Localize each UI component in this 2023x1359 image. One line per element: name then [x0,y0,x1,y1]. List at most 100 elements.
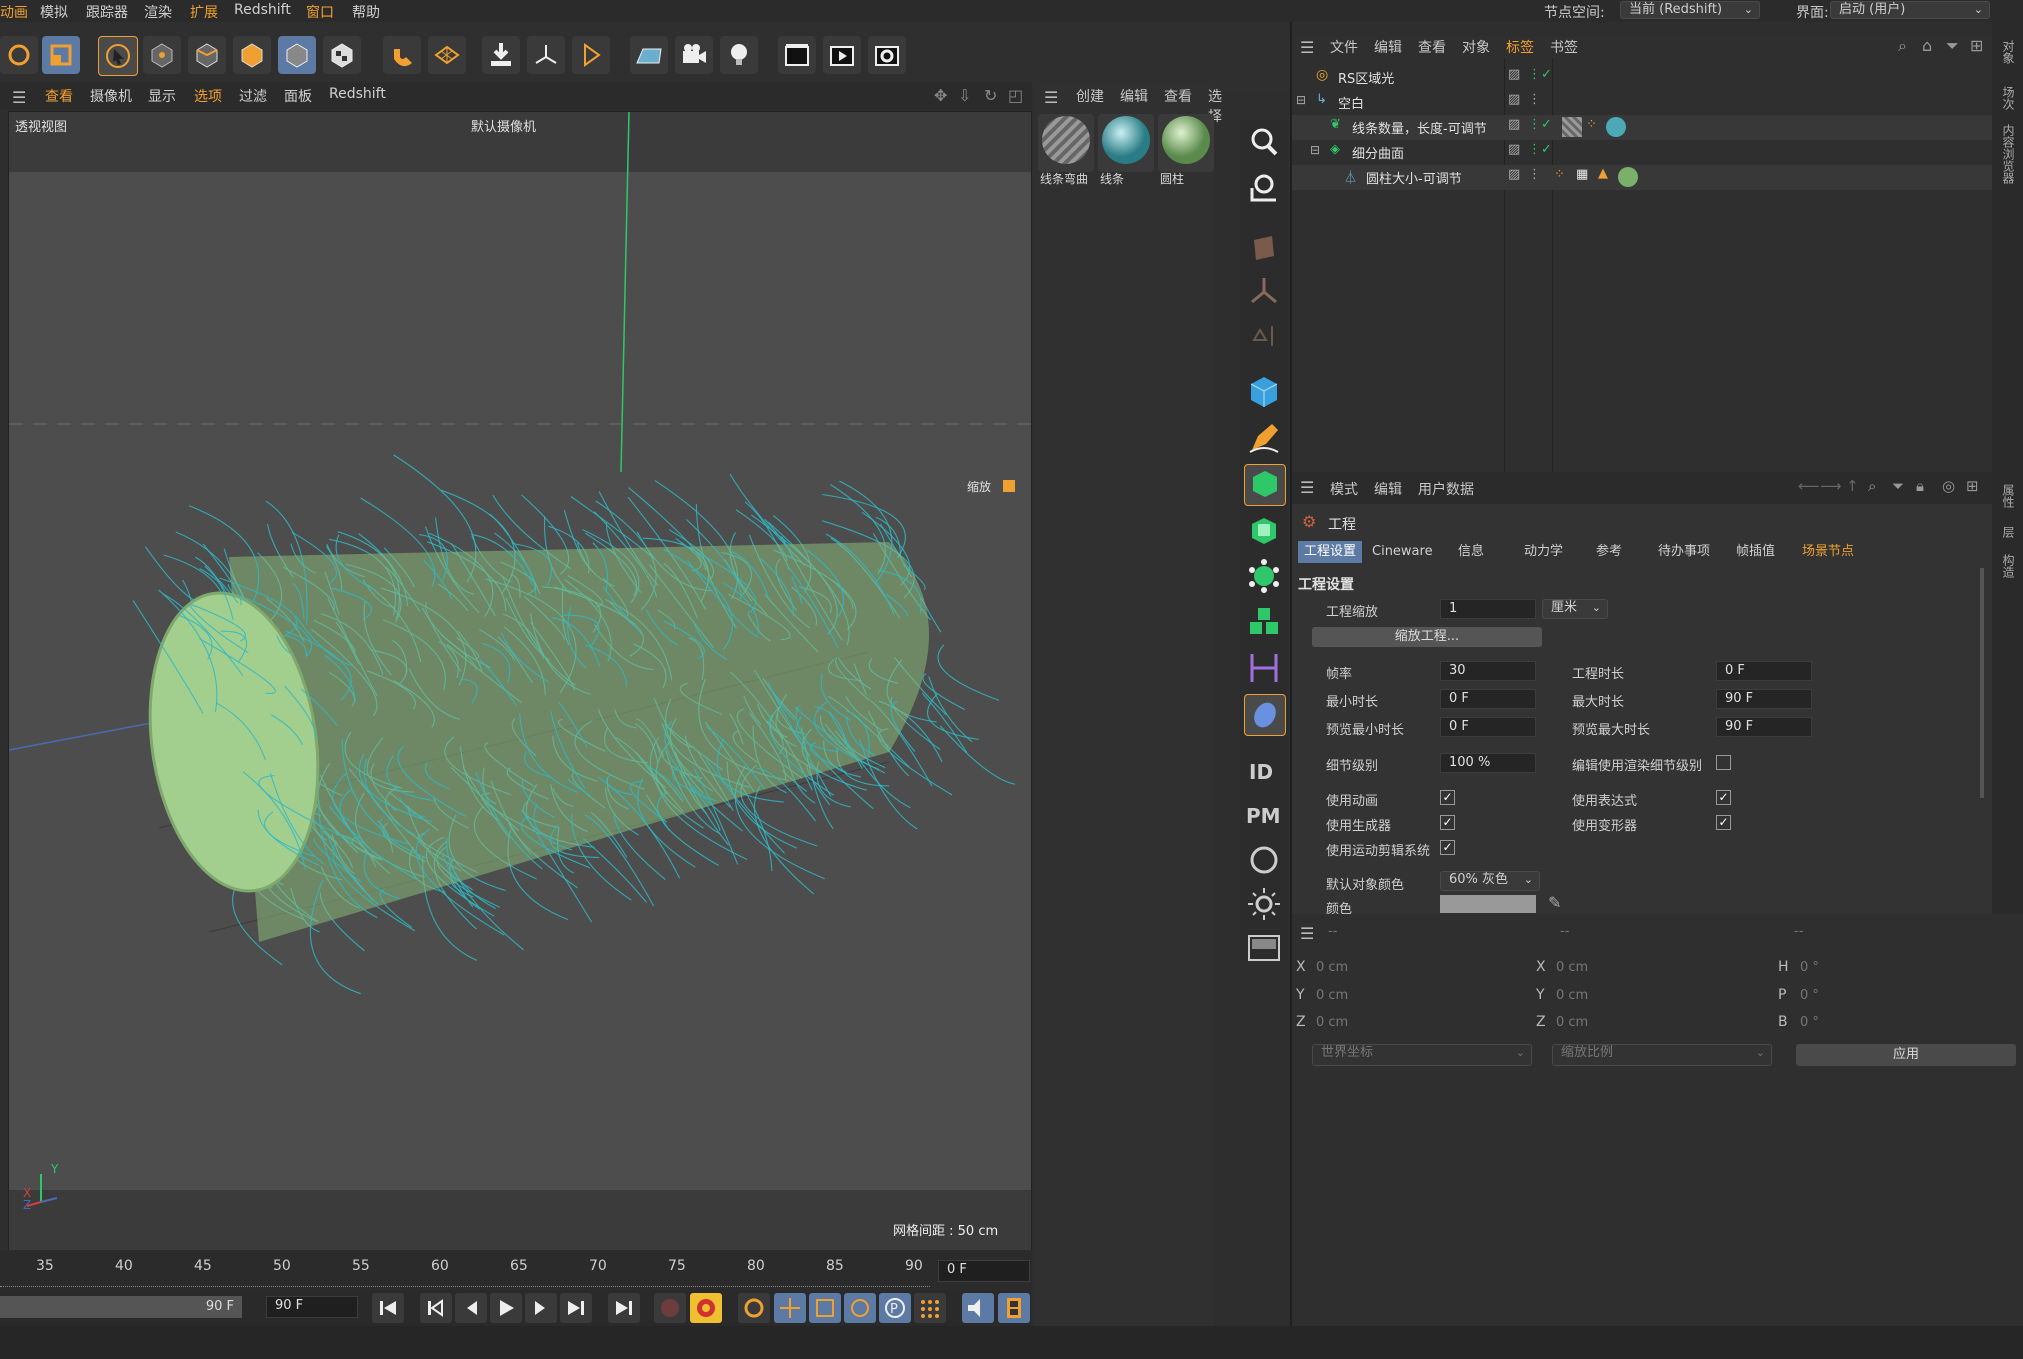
next-key-button[interactable] [560,1293,592,1323]
material-tag-icon[interactable] [1606,117,1626,137]
tab-info[interactable]: 信息 [1452,541,1490,563]
vp-menu-display[interactable]: 显示 [148,86,176,106]
move-view-icon[interactable]: ✥ [934,86,947,105]
visibility-toggle-icon[interactable]: ▨ [1508,167,1520,182]
use-motion-checkbox[interactable]: ✓ [1440,840,1455,855]
scale-field[interactable]: 1 [1440,599,1536,619]
home-icon[interactable]: ⌂ [1922,36,1932,55]
duration-field[interactable]: 0 F [1716,661,1812,681]
zoom-handle-icon[interactable] [1003,480,1015,492]
enabled-check-icon[interactable]: ⋮✓ [1528,67,1552,82]
key-scale-button[interactable] [809,1293,841,1323]
checker-tag-icon[interactable]: ▦ [1576,167,1588,182]
paint-bucket-icon[interactable] [1244,228,1284,268]
filter-icon[interactable]: ⏷ [1946,36,1959,56]
model-mode-button[interactable] [143,36,181,74]
visibility-toggle-icon[interactable]: ▨ [1508,92,1520,107]
extrude-icon[interactable] [1244,510,1284,550]
sound-button[interactable] [962,1293,994,1323]
current-frame-field[interactable]: 0 F [938,1260,1030,1282]
menu-redshift[interactable]: Redshift [234,2,291,18]
lod-render-checkbox[interactable] [1716,755,1731,770]
next-frame-button[interactable] [525,1293,557,1323]
collapse-icon[interactable]: ⊟ [1310,143,1320,157]
vtab-structure[interactable]: 构造 [2000,554,2017,578]
object-row[interactable]: ⊟ ◈ 细分曲面 ▨ ⋮✓ [1292,140,1992,165]
joint-icon[interactable] [1244,272,1284,312]
rot-b-field[interactable]: 0 ° [1800,1013,2000,1033]
axis-tool-button[interactable] [527,36,565,74]
select-tool-button[interactable] [98,36,138,76]
max-time-field[interactable]: 90 F [1716,689,1812,709]
obj-menu-tags[interactable]: 标签 [1506,37,1534,57]
obj-menu-file[interactable]: 文件 [1330,37,1358,57]
undo-button[interactable] [0,36,38,74]
hamburger-icon[interactable]: ☰ [1044,88,1058,107]
record-disabled-button[interactable] [654,1293,686,1323]
object-row[interactable]: ❦ 线条数量，长度-可调节 ▨ ⋮✓ ⁘ [1292,115,1992,140]
vtab-objects[interactable]: 对象 [2000,40,2017,64]
menu-help[interactable]: 帮助 [352,2,380,22]
apply-button[interactable]: 应用 [1796,1044,2016,1066]
fps-field[interactable]: 30 [1440,661,1536,681]
lock-icon[interactable]: 🔒︎ [1916,477,1924,495]
attr-menu-userdata[interactable]: 用户数据 [1418,479,1474,499]
obj-menu-bookmarks[interactable]: 书签 [1550,37,1578,57]
obj-menu-view[interactable]: 查看 [1418,37,1446,57]
pos-z-field[interactable]: 0 cm [1316,1013,1526,1033]
vtab-layers[interactable]: 层 [2000,526,2017,538]
sphere-icon[interactable] [1244,840,1284,880]
tab-interpolation[interactable]: 帧插值 [1730,541,1781,563]
min-time-field[interactable]: 0 F [1440,689,1536,709]
keyframe-settings-button[interactable] [738,1293,770,1323]
rot-h-field[interactable]: 0 ° [1800,958,2000,978]
obj-menu-object[interactable]: 对象 [1462,37,1490,57]
enabled-check-icon[interactable]: ⋮✓ [1528,142,1552,157]
material-swatch[interactable] [1098,114,1154,172]
grid-snap-button[interactable] [428,36,466,74]
visibility-toggle-icon[interactable]: ▨ [1508,142,1520,157]
enabled-dots-icon[interactable]: ⋮ [1528,92,1541,107]
scale-unit-dropdown[interactable]: 厘米 ⌄ [1542,599,1608,619]
mograph-cubes-icon[interactable] [1244,602,1284,642]
back-arrow-icon[interactable]: ⟵ [1798,477,1820,495]
size-z-field[interactable]: 0 cm [1556,1013,1766,1033]
transfer-icon[interactable] [1244,316,1284,356]
lod-field[interactable]: 100 % [1440,753,1536,773]
material-tag-icon[interactable] [1618,167,1638,187]
field-icon[interactable] [1244,694,1286,736]
pen-icon[interactable] [1244,418,1284,458]
id-button[interactable]: ID [1244,752,1284,792]
visibility-toggle-icon[interactable]: ▨ [1508,117,1520,132]
mat-menu-view[interactable]: 查看 [1164,86,1192,106]
hamburger-icon[interactable]: ☰ [12,88,26,107]
menu-extensions[interactable]: 扩展 [190,2,218,22]
vtab-takes[interactable]: 场次 [2000,86,2017,110]
visibility-toggle-icon[interactable]: ▨ [1508,67,1520,82]
material-swatch[interactable] [1038,114,1094,172]
size-x-field[interactable]: 0 cm [1556,958,1766,978]
perspective-viewport[interactable]: 透视视图 默认摄像机 缩放 网格间距 : 50 cm Y X Z [8,111,1032,1251]
up-arrow-icon[interactable]: ↑ [1846,477,1859,495]
tag-dots-icon[interactable]: ⁘ [1586,117,1597,132]
default-color-dropdown[interactable]: 60% 灰色 ⌄ [1440,871,1540,891]
pan-view-icon[interactable]: ⇩ [958,86,971,105]
render-view-button[interactable] [823,36,861,74]
enabled-dots-icon[interactable]: ⋮ [1528,167,1541,182]
scrollbar[interactable] [1980,568,1984,798]
forward-arrow-icon[interactable]: ⟶ [1820,477,1842,495]
maximize-view-icon[interactable]: ◰ [1008,86,1023,105]
layout-dropdown[interactable]: 启动 (用户) ⌄ [1830,1,1990,19]
polygon-mode-button[interactable] [233,36,271,74]
key-param-button[interactable]: P [879,1293,911,1323]
drop-to-floor-button[interactable] [482,36,520,74]
end-frame-field[interactable]: 90 F [266,1296,358,1318]
coord-scale-dropdown[interactable]: 缩放比例 ⌄ [1552,1044,1772,1066]
prev-frame-button[interactable] [455,1293,487,1323]
vtab-attributes[interactable]: 属性 [2000,484,2017,508]
vp-menu-camera[interactable]: 摄像机 [90,86,132,106]
object-row[interactable]: ⊟ ↳ 空白 ▨ ⋮ [1292,90,1992,115]
vp-menu-panel[interactable]: 面板 [284,86,312,106]
pen-tool-button[interactable] [572,36,610,74]
sun-icon[interactable] [1244,884,1284,924]
